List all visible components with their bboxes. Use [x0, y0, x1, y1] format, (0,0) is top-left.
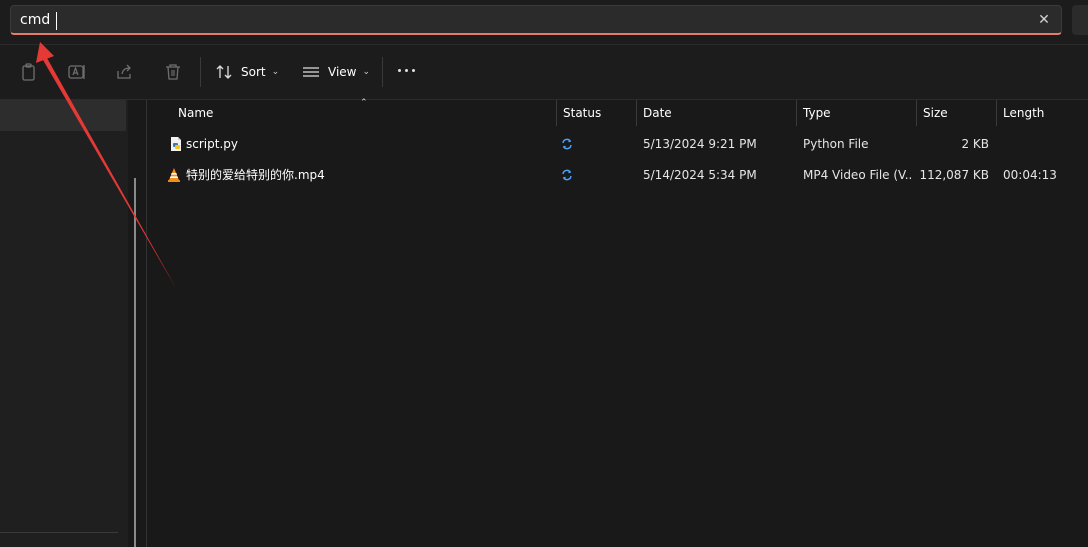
- column-header-label: Length: [1003, 106, 1045, 120]
- file-type: Python File: [803, 137, 869, 151]
- column-header-label: Size: [923, 106, 948, 120]
- column-header-size[interactable]: Size: [916, 100, 996, 126]
- file-date: 5/13/2024 9:21 PM: [643, 137, 757, 151]
- address-bar-region: ✕: [0, 0, 1088, 45]
- text-caret: [56, 12, 57, 30]
- delete-icon[interactable]: [163, 62, 183, 82]
- sync-icon: [562, 169, 572, 181]
- file-date: 5/14/2024 5:34 PM: [643, 168, 757, 182]
- toolbar-separator: [200, 57, 201, 87]
- address-bar[interactable]: ✕: [10, 5, 1062, 35]
- vlc-cone-icon: [168, 168, 180, 182]
- address-input[interactable]: [11, 6, 1020, 34]
- nav-scrollbar[interactable]: [134, 178, 136, 547]
- column-header-type[interactable]: Type: [796, 100, 916, 126]
- side-button[interactable]: [1072, 5, 1088, 35]
- column-header-label: Date: [643, 106, 672, 120]
- file-length: 00:04:13: [1003, 168, 1057, 182]
- file-name: script.py: [186, 137, 238, 151]
- column-header-label: Status: [563, 106, 602, 120]
- file-row[interactable]: script.py 5/13/2024 9:21 PM Python File …: [160, 129, 1060, 159]
- command-bar: Sort ⌄ View ⌄: [0, 45, 1088, 100]
- column-header-status[interactable]: Status: [556, 100, 636, 126]
- chevron-down-icon: ⌄: [362, 67, 371, 77]
- column-header-label: Type: [803, 106, 831, 120]
- file-size: 2 KB: [961, 137, 989, 151]
- python-file-icon: [171, 137, 181, 151]
- view-button[interactable]: View ⌄: [302, 59, 370, 85]
- more-options-icon[interactable]: [396, 69, 420, 77]
- share-icon[interactable]: [115, 62, 135, 82]
- sort-icon: [216, 65, 232, 79]
- file-row[interactable]: 特别的爱给特别的你.mp4 5/14/2024 5:34 PM MP4 Vide…: [160, 160, 1060, 190]
- chevron-down-icon: ⌄: [271, 67, 280, 77]
- nav-divider: [0, 532, 118, 533]
- rename-icon[interactable]: [67, 62, 87, 82]
- pane-splitter[interactable]: [146, 100, 147, 547]
- column-header-date[interactable]: Date: [636, 100, 796, 126]
- view-label: View: [328, 65, 357, 79]
- view-icon: [303, 67, 319, 77]
- file-name: 特别的爱给特别的你.mp4: [186, 168, 325, 182]
- file-type: MP4 Video File (V...: [803, 168, 913, 182]
- file-length: [1003, 129, 1073, 159]
- navigation-pane: [0, 100, 128, 547]
- sort-button[interactable]: Sort ⌄: [215, 59, 279, 85]
- sync-icon: [562, 138, 572, 150]
- column-header-label: Name: [178, 106, 214, 120]
- toolbar-separator: [382, 57, 383, 87]
- close-icon[interactable]: ✕: [1033, 9, 1055, 31]
- sort-label: Sort: [241, 65, 266, 79]
- column-header-length[interactable]: Length: [996, 100, 1076, 126]
- nav-selected-item[interactable]: [0, 100, 126, 131]
- column-header-name[interactable]: Name: [171, 100, 556, 126]
- file-size: 112,087 KB: [919, 168, 989, 182]
- paste-icon[interactable]: [19, 62, 39, 82]
